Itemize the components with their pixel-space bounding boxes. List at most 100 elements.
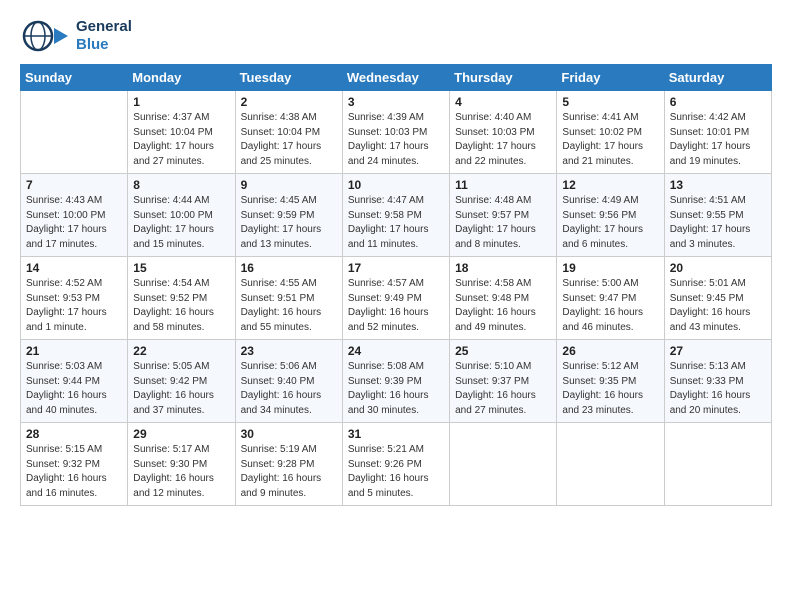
day-number: 14	[26, 261, 122, 275]
day-info: Sunrise: 5:05 AM Sunset: 9:42 PM Dayligh…	[133, 360, 229, 418]
day-number: 6	[670, 95, 766, 109]
day-number: 15	[133, 261, 229, 275]
calendar-cell: 30Sunrise: 5:19 AM Sunset: 9:28 PM Dayli…	[235, 423, 342, 506]
page-header: GeneralBlue	[20, 16, 772, 56]
day-info: Sunrise: 5:13 AM Sunset: 9:33 PM Dayligh…	[670, 360, 766, 418]
calendar-cell: 10 Sunrise: 4:47 AM Sunset: 9:58 PM Dayli…	[342, 174, 449, 257]
calendar-cell: 18 Sunrise: 4:58 AM Sunset: 9:48 PM Dayli…	[450, 257, 557, 340]
day-number: 21	[26, 344, 122, 358]
calendar-cell: 2 Sunrise: 4:38 AM Sunset: 10:04 PM Dayli…	[235, 91, 342, 174]
calendar-cell: 3 Sunrise: 4:39 AM Sunset: 10:03 PM Dayli…	[342, 91, 449, 174]
calendar-cell: 17 Sunrise: 4:57 AM Sunset: 9:49 PM Dayli…	[342, 257, 449, 340]
calendar-cell: 29 Sunrise: 5:17 AM Sunset: 9:30 PM Dayli…	[128, 423, 235, 506]
day-number: 28	[26, 427, 122, 441]
day-info: Sunrise: 5:08 AM Sunset: 9:39 PM Dayligh…	[348, 360, 444, 418]
calendar-cell	[557, 423, 664, 506]
weekday-header-wednesday: Wednesday	[342, 65, 449, 91]
day-info: Sunrise: 4:51 AM Sunset: 9:55 PM Dayligh…	[670, 194, 766, 252]
calendar-table: SundayMondayTuesdayWednesdayThursdayFrid…	[20, 64, 772, 506]
day-number: 12	[562, 178, 658, 192]
day-info: Sunrise: 4:54 AM Sunset: 9:52 PM Dayligh…	[133, 277, 229, 335]
calendar-cell: 21 Sunrise: 5:03 AM Sunset: 9:44 PM Dayli…	[21, 340, 128, 423]
calendar-cell: 23 Sunrise: 5:06 AM Sunset: 9:40 PM Dayli…	[235, 340, 342, 423]
calendar-week-row: 14 Sunrise: 4:52 AM Sunset: 9:53 PM Dayli…	[21, 257, 772, 340]
day-number: 16	[241, 261, 337, 275]
day-info: Sunrise: 4:39 AM Sunset: 10:03 PM Daylig…	[348, 111, 444, 169]
day-info: Sunrise: 4:58 AM Sunset: 9:48 PM Dayligh…	[455, 277, 551, 335]
calendar-cell: 24 Sunrise: 5:08 AM Sunset: 9:39 PM Dayli…	[342, 340, 449, 423]
calendar-cell: 14 Sunrise: 4:52 AM Sunset: 9:53 PM Dayli…	[21, 257, 128, 340]
calendar-cell	[664, 423, 771, 506]
day-number: 25	[455, 344, 551, 358]
day-info: Sunrise: 5:17 AM Sunset: 9:30 PM Dayligh…	[133, 443, 229, 501]
day-info: Sunrise: 4:48 AM Sunset: 9:57 PM Dayligh…	[455, 194, 551, 252]
day-number: 7	[26, 178, 122, 192]
day-number: 13	[670, 178, 766, 192]
calendar-cell	[450, 423, 557, 506]
day-info: Sunrise: 5:21 AM Sunset: 9:26 PM Dayligh…	[348, 443, 444, 501]
calendar-cell: 19 Sunrise: 5:00 AM Sunset: 9:47 PM Dayli…	[557, 257, 664, 340]
calendar-cell: 11Sunrise: 4:48 AM Sunset: 9:57 PM Dayli…	[450, 174, 557, 257]
calendar-cell: 20Sunrise: 5:01 AM Sunset: 9:45 PM Dayli…	[664, 257, 771, 340]
day-number: 18	[455, 261, 551, 275]
day-number: 23	[241, 344, 337, 358]
day-number: 8	[133, 178, 229, 192]
day-info: Sunrise: 5:03 AM Sunset: 9:44 PM Dayligh…	[26, 360, 122, 418]
day-info: Sunrise: 5:00 AM Sunset: 9:47 PM Dayligh…	[562, 277, 658, 335]
calendar-cell: 15 Sunrise: 4:54 AM Sunset: 9:52 PM Dayli…	[128, 257, 235, 340]
weekday-header-thursday: Thursday	[450, 65, 557, 91]
calendar-cell: 1Sunrise: 4:37 AM Sunset: 10:04 PM Dayli…	[128, 91, 235, 174]
day-info: Sunrise: 5:12 AM Sunset: 9:35 PM Dayligh…	[562, 360, 658, 418]
logo-svg	[20, 16, 70, 56]
calendar-cell: 7 Sunrise: 4:43 AM Sunset: 10:00 PM Dayli…	[21, 174, 128, 257]
calendar-cell: 4Sunrise: 4:40 AM Sunset: 10:03 PM Dayli…	[450, 91, 557, 174]
day-number: 5	[562, 95, 658, 109]
calendar-cell: 31 Sunrise: 5:21 AM Sunset: 9:26 PM Dayli…	[342, 423, 449, 506]
weekday-header-sunday: Sunday	[21, 65, 128, 91]
calendar-cell: 26 Sunrise: 5:12 AM Sunset: 9:35 PM Dayli…	[557, 340, 664, 423]
day-info: Sunrise: 5:15 AM Sunset: 9:32 PM Dayligh…	[26, 443, 122, 501]
calendar-cell: 28 Sunrise: 5:15 AM Sunset: 9:32 PM Dayli…	[21, 423, 128, 506]
day-info: Sunrise: 4:47 AM Sunset: 9:58 PM Dayligh…	[348, 194, 444, 252]
day-info: Sunrise: 5:10 AM Sunset: 9:37 PM Dayligh…	[455, 360, 551, 418]
day-info: Sunrise: 4:43 AM Sunset: 10:00 PM Daylig…	[26, 194, 122, 252]
day-info: Sunrise: 5:06 AM Sunset: 9:40 PM Dayligh…	[241, 360, 337, 418]
day-info: Sunrise: 4:55 AM Sunset: 9:51 PM Dayligh…	[241, 277, 337, 335]
day-info: Sunrise: 4:38 AM Sunset: 10:04 PM Daylig…	[241, 111, 337, 169]
weekday-header-tuesday: Tuesday	[235, 65, 342, 91]
day-info: Sunrise: 5:19 AM Sunset: 9:28 PM Dayligh…	[241, 443, 337, 501]
calendar-cell: 12Sunrise: 4:49 AM Sunset: 9:56 PM Dayli…	[557, 174, 664, 257]
day-info: Sunrise: 4:52 AM Sunset: 9:53 PM Dayligh…	[26, 277, 122, 335]
calendar-week-row: 21 Sunrise: 5:03 AM Sunset: 9:44 PM Dayli…	[21, 340, 772, 423]
day-number: 4	[455, 95, 551, 109]
day-info: Sunrise: 5:01 AM Sunset: 9:45 PM Dayligh…	[670, 277, 766, 335]
day-number: 2	[241, 95, 337, 109]
day-number: 3	[348, 95, 444, 109]
calendar-cell: 8 Sunrise: 4:44 AM Sunset: 10:00 PM Dayli…	[128, 174, 235, 257]
calendar-week-row: 7 Sunrise: 4:43 AM Sunset: 10:00 PM Dayli…	[21, 174, 772, 257]
day-number: 17	[348, 261, 444, 275]
calendar-cell: 13 Sunrise: 4:51 AM Sunset: 9:55 PM Dayli…	[664, 174, 771, 257]
weekday-header-saturday: Saturday	[664, 65, 771, 91]
day-info: Sunrise: 4:41 AM Sunset: 10:02 PM Daylig…	[562, 111, 658, 169]
calendar-cell: 6 Sunrise: 4:42 AM Sunset: 10:01 PM Dayli…	[664, 91, 771, 174]
logo-text: GeneralBlue	[76, 18, 132, 54]
day-info: Sunrise: 4:45 AM Sunset: 9:59 PM Dayligh…	[241, 194, 337, 252]
day-number: 29	[133, 427, 229, 441]
day-number: 1	[133, 95, 229, 109]
day-number: 26	[562, 344, 658, 358]
day-info: Sunrise: 4:42 AM Sunset: 10:01 PM Daylig…	[670, 111, 766, 169]
day-number: 10	[348, 178, 444, 192]
calendar-cell	[21, 91, 128, 174]
logo: GeneralBlue	[20, 16, 132, 56]
calendar-cell: 16 Sunrise: 4:55 AM Sunset: 9:51 PM Dayli…	[235, 257, 342, 340]
day-info: Sunrise: 4:44 AM Sunset: 10:00 PM Daylig…	[133, 194, 229, 252]
day-number: 24	[348, 344, 444, 358]
day-number: 9	[241, 178, 337, 192]
calendar-cell: 25 Sunrise: 5:10 AM Sunset: 9:37 PM Dayli…	[450, 340, 557, 423]
day-number: 31	[348, 427, 444, 441]
day-number: 19	[562, 261, 658, 275]
calendar-cell: 22Sunrise: 5:05 AM Sunset: 9:42 PM Dayli…	[128, 340, 235, 423]
calendar-cell: 5 Sunrise: 4:41 AM Sunset: 10:02 PM Dayli…	[557, 91, 664, 174]
day-info: Sunrise: 4:57 AM Sunset: 9:49 PM Dayligh…	[348, 277, 444, 335]
